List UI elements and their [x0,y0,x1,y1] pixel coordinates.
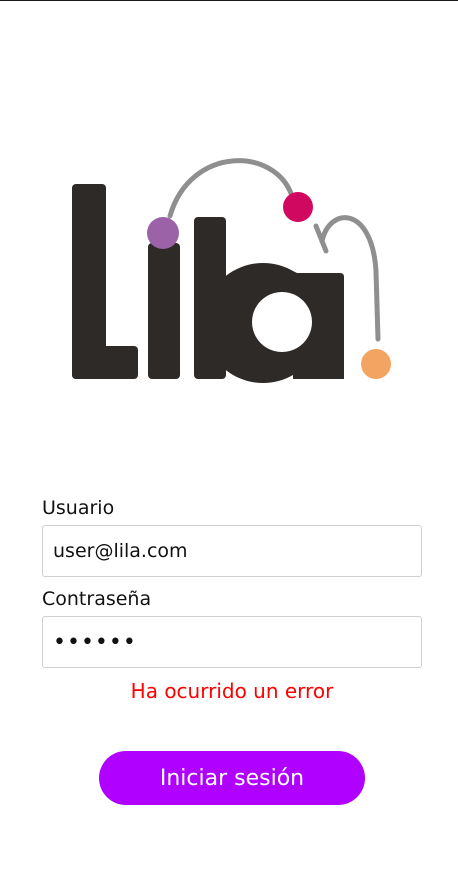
logo-letter-a [203,263,344,383]
logo-arc-top [167,158,295,219]
logo-letter-l-foot [72,346,138,379]
login-button[interactable]: Iniciar sesión [99,751,365,805]
logo-letter-i [148,243,180,379]
user-label: Usuario [42,497,115,519]
lila-logo [72,158,391,383]
user-input[interactable] [42,525,422,577]
logo-dot-orange [361,349,391,379]
error-message: Ha ocurrido un error [130,679,334,703]
logo-dot-purple [147,217,179,249]
login-screen: Usuario Contraseña Ha ocurrido un error … [0,0,458,892]
password-input[interactable] [42,616,422,668]
logo-dot-magenta [283,192,313,222]
password-label: Contraseña [42,588,152,610]
